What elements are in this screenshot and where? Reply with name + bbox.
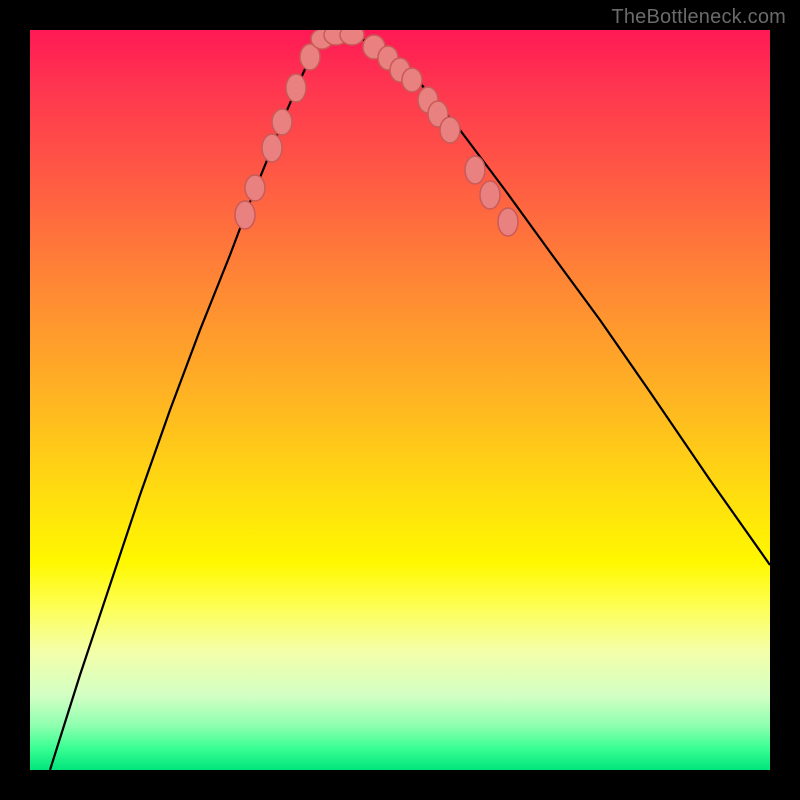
marker-bead: [235, 201, 255, 229]
marker-bead: [402, 68, 422, 92]
marker-bead: [340, 30, 364, 45]
marker-bead: [286, 74, 306, 102]
watermark-text: TheBottleneck.com: [611, 6, 786, 29]
marker-bead: [465, 156, 485, 184]
chart-svg: [30, 30, 770, 770]
chart-plot-area: [30, 30, 770, 770]
marker-bead: [440, 117, 460, 143]
marker-bead: [262, 134, 282, 162]
marker-bead: [272, 109, 292, 135]
marker-bead: [498, 208, 518, 236]
bottleneck-curve: [50, 35, 770, 770]
marker-beads-group: [235, 30, 518, 236]
marker-bead: [245, 175, 265, 201]
marker-bead: [480, 181, 500, 209]
